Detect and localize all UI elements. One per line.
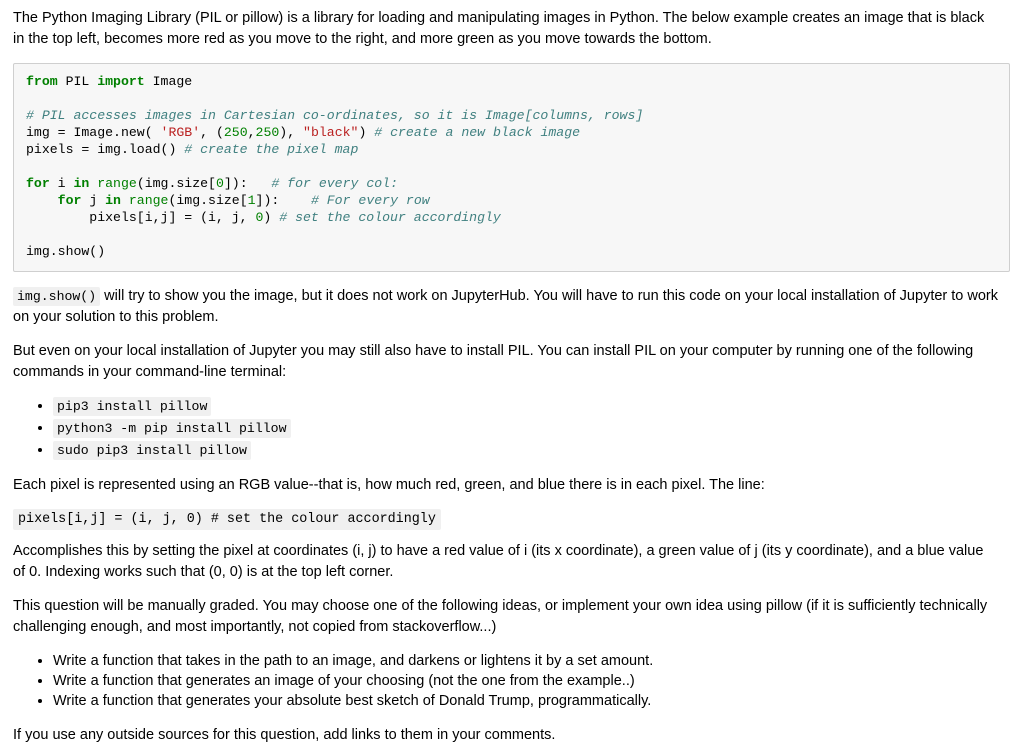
code-line: img.show() xyxy=(26,243,997,260)
code-token: img = Image.new( xyxy=(26,125,161,140)
code-token: # PIL accesses images in Cartesian co-or… xyxy=(26,108,644,123)
code-token: Image xyxy=(152,74,193,89)
list-item: Write a function that generates an image… xyxy=(53,671,1010,691)
code-line: # PIL accesses images in Cartesian co-or… xyxy=(26,107,997,124)
code-token: ]): xyxy=(223,176,272,191)
code-line: pixels[i,j] = (i, j, 0) # set the colour… xyxy=(26,209,997,226)
code-token: pixels = img.load() xyxy=(26,142,185,157)
code-token: # create a new black image xyxy=(374,125,581,140)
code-token: 'RGB' xyxy=(160,125,201,140)
inline-code-img-show: img.show() xyxy=(13,287,101,306)
code-token: ) xyxy=(263,210,280,225)
install-command-code: pip3 install pillow xyxy=(53,397,212,416)
sources-paragraph: If you use any outside sources for this … xyxy=(13,727,556,743)
list-item: python3 -m pip install pillow xyxy=(53,418,1010,439)
code-token: ]): xyxy=(255,193,311,208)
show-paragraph: img.show() will try to show you the imag… xyxy=(13,286,998,328)
code-line: for j in range(img.size[1]): # For every… xyxy=(26,192,997,209)
rgb-paragraph: Each pixel is represented using an RGB v… xyxy=(13,477,765,493)
code-token: j xyxy=(89,193,106,208)
code-token: 0 xyxy=(215,176,224,191)
install-command-code: python3 -m pip install pillow xyxy=(53,419,291,438)
code-token: , xyxy=(247,125,256,140)
code-token: range xyxy=(128,193,169,208)
code-token: pixels[i,j] = (i, j, xyxy=(26,210,256,225)
list-item: pip3 install pillow xyxy=(53,396,1010,417)
code-token: (img.size[ xyxy=(168,193,248,208)
code-token: ) xyxy=(358,125,375,140)
code-token: # For every row xyxy=(310,193,430,208)
code-token: from xyxy=(26,74,66,89)
install-paragraph: But even on your local installation of J… xyxy=(13,343,974,380)
code-token: in xyxy=(105,193,129,208)
code-line: pixels = img.load() # create the pixel m… xyxy=(26,141,997,158)
code-token: # set the colour accordingly xyxy=(279,210,501,225)
code-token: i xyxy=(57,176,74,191)
code-token: # create the pixel map xyxy=(184,142,359,157)
code-token: "black" xyxy=(303,125,359,140)
code-token: img.show() xyxy=(26,244,106,259)
accomplishes-paragraph: Accomplishes this by setting the pixel a… xyxy=(13,543,984,580)
code-line: img = Image.new( 'RGB', (250,250), "blac… xyxy=(26,124,997,141)
ideas-list: Write a function that takes in the path … xyxy=(13,651,1010,711)
code-token: 250 xyxy=(255,125,280,140)
code-token: # for every col: xyxy=(271,176,398,191)
grading-paragraph: This question will be manually graded. Y… xyxy=(13,598,988,635)
python-code-block[interactable]: from PIL import Image # PIL accesses ima… xyxy=(13,63,1010,272)
code-token: import xyxy=(97,74,153,89)
code-token: in xyxy=(73,176,98,191)
code-token: (img.size[ xyxy=(136,176,216,191)
code-line: from PIL import Image xyxy=(26,73,997,90)
list-item: Write a function that takes in the path … xyxy=(53,651,1010,671)
code-token: , ( xyxy=(200,125,224,140)
code-token: for xyxy=(26,176,58,191)
list-item: sudo pip3 install pillow xyxy=(53,440,1010,461)
code-line: for i in range(img.size[0]): # for every… xyxy=(26,175,997,192)
install-commands-list: pip3 install pillow python3 -m pip insta… xyxy=(13,396,1010,461)
install-command-code: sudo pip3 install pillow xyxy=(53,441,251,460)
pixel-assignment-code: pixels[i,j] = (i, j, 0) # set the colour… xyxy=(13,509,441,530)
notebook-markdown-page: The Python Imaging Library (PIL or pillo… xyxy=(0,0,1024,746)
code-token: 1 xyxy=(247,193,256,208)
show-paragraph-text: will try to show you the image, but it d… xyxy=(13,288,999,325)
list-item: Write a function that generates your abs… xyxy=(53,691,1010,711)
intro-paragraph: The Python Imaging Library (PIL or pillo… xyxy=(13,10,985,47)
pixel-line-wrapper: pixels[i,j] = (i, j, 0) # set the colour… xyxy=(13,509,1010,530)
code-token: for xyxy=(57,193,90,208)
code-token: PIL xyxy=(65,74,98,89)
code-token: 250 xyxy=(223,125,248,140)
code-token: ), xyxy=(279,125,304,140)
code-token: range xyxy=(97,176,137,191)
